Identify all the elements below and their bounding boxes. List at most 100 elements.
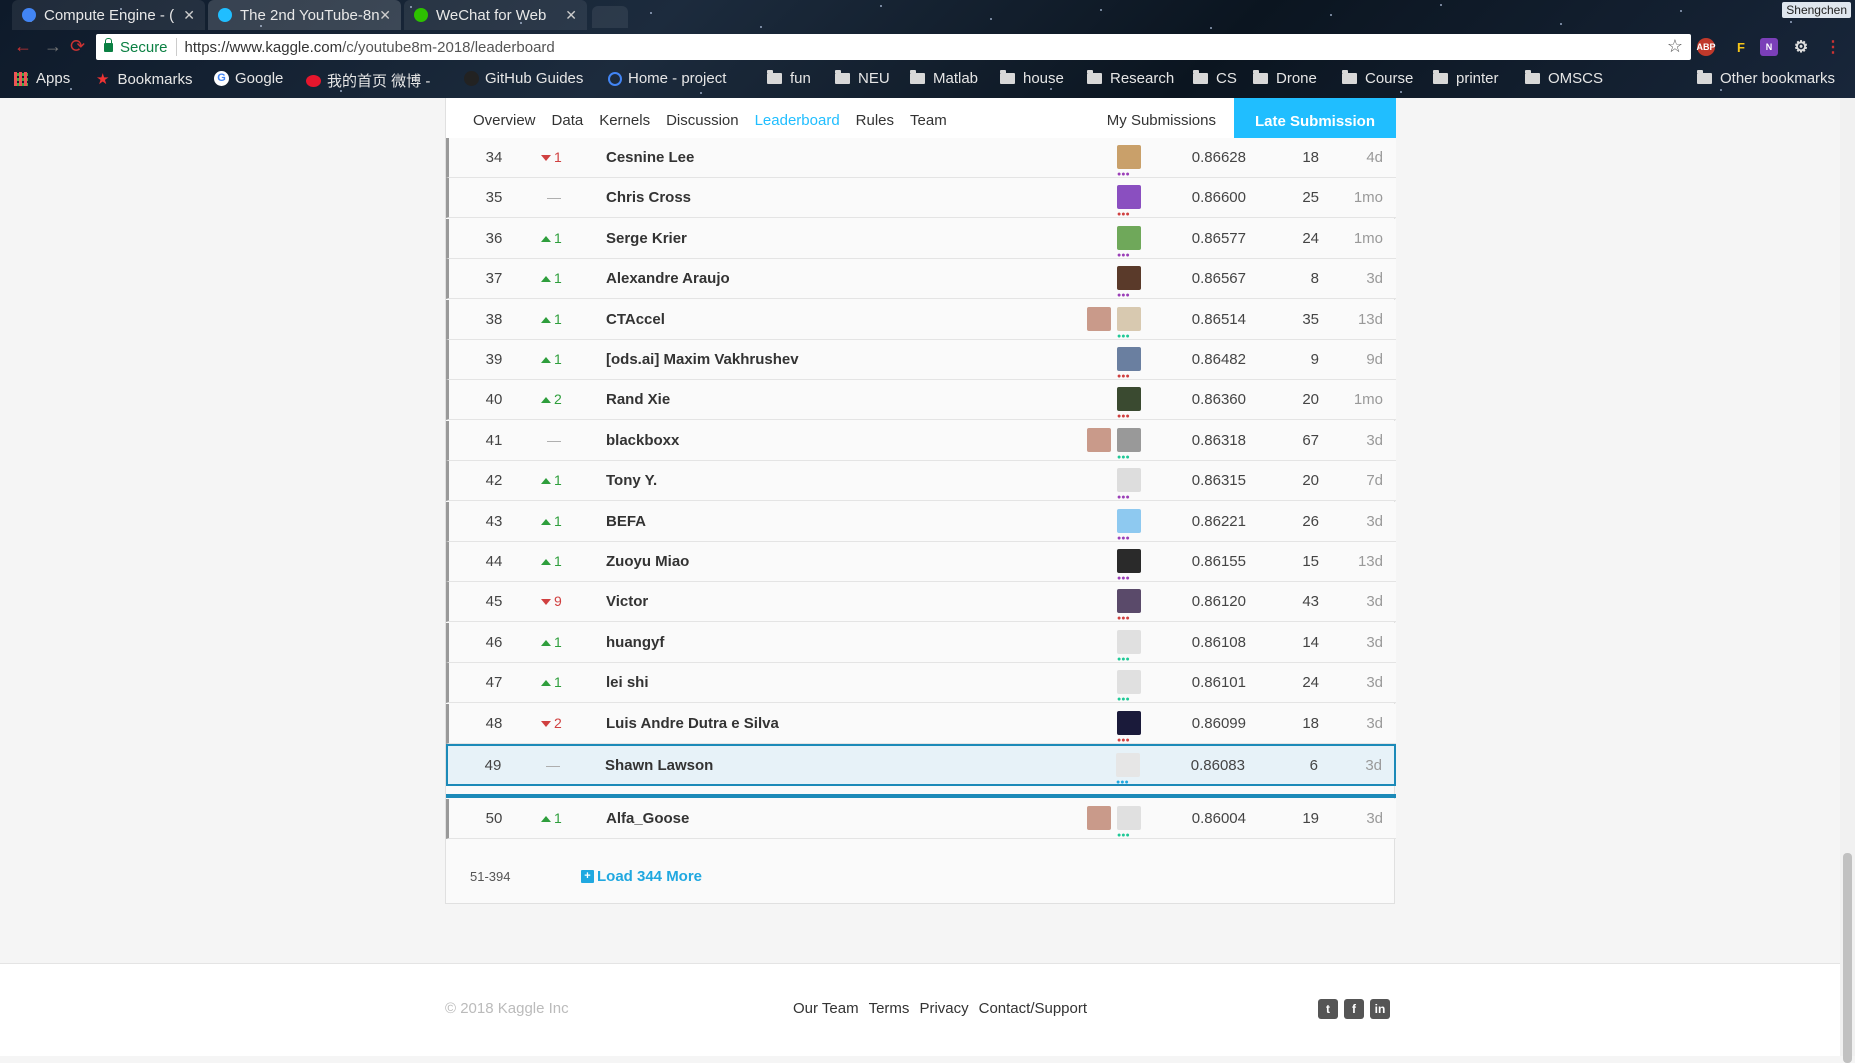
bookmark-weibo[interactable]: 我的首页 微博 - (306, 70, 430, 91)
avatar[interactable] (1117, 347, 1141, 371)
bookmark-folder[interactable]: NEU (835, 70, 890, 87)
table-row[interactable]: 47 1 lei shi ●●● 0.86101 24 3d (446, 663, 1396, 704)
avatar[interactable] (1117, 387, 1141, 412)
avatar[interactable] (1117, 710, 1141, 735)
team-name[interactable]: CTAccel (606, 311, 665, 328)
team-name[interactable]: Alfa_Goose (606, 810, 689, 827)
avatar[interactable] (1117, 225, 1141, 250)
team-name[interactable]: Luis Andre Dutra e Silva (606, 715, 779, 732)
table-row[interactable]: 46 1 huangyf ●●● 0.86108 14 3d (446, 622, 1396, 663)
avatar[interactable] (1117, 468, 1141, 493)
team-name[interactable]: Chris Cross (606, 189, 691, 206)
close-icon[interactable]: ✕ (183, 7, 195, 24)
team-name[interactable]: Alexandre Araujo (606, 270, 730, 287)
table-row[interactable]: 37 1 Alexandre Araujo ●●● 0.86567 8 3d (446, 259, 1396, 300)
bookmark-folder[interactable]: Drone (1253, 70, 1317, 87)
table-row[interactable]: 36 1 Serge Krier ●●● 0.86577 24 1mo (446, 218, 1396, 259)
team-name[interactable]: Serge Krier (606, 230, 687, 247)
secure-indicator[interactable]: Secure (104, 37, 168, 56)
bookmark-folder[interactable]: OMSCS (1525, 70, 1603, 87)
avatar[interactable] (1116, 753, 1140, 777)
team-name[interactable]: Cesnine Lee (606, 149, 694, 166)
linkedin-icon[interactable]: in (1370, 999, 1390, 1019)
table-row[interactable]: 43 1 BEFA ●●● 0.86221 26 3d (446, 501, 1396, 542)
settings-extension-icon[interactable]: ⚙ (1792, 38, 1810, 56)
new-tab-button[interactable] (592, 6, 628, 28)
browser-tab[interactable]: The 2nd YouTube-8n ✕ (208, 0, 401, 30)
scrollbar-thumb[interactable] (1843, 853, 1852, 1063)
facebook-icon[interactable]: f (1344, 999, 1364, 1019)
team-name[interactable]: Shawn Lawson (605, 757, 713, 774)
bookmark-bookmarks[interactable]: ★ Bookmarks (96, 70, 192, 89)
scrollbar[interactable] (1840, 98, 1855, 1063)
address-bar[interactable]: Secure https://www.kaggle.com/c/youtube8… (96, 34, 1691, 60)
avatar[interactable] (1117, 508, 1141, 533)
table-row[interactable]: 41 — blackboxx ●●● 0.86318 67 3d (446, 420, 1396, 461)
avatar[interactable] (1117, 670, 1141, 695)
footer-link-privacy[interactable]: Privacy (919, 1000, 968, 1017)
bookmark-folder[interactable]: house (1000, 70, 1064, 87)
avatar[interactable] (1117, 589, 1141, 614)
profile-name[interactable]: Shengchen (1782, 2, 1851, 18)
bookmark-folder[interactable]: Research (1087, 70, 1174, 87)
avatar[interactable] (1117, 806, 1141, 830)
footer-link-terms[interactable]: Terms (869, 1000, 910, 1017)
tab-team[interactable]: Team (902, 98, 955, 144)
team-name[interactable]: Tony Y. (606, 472, 657, 489)
load-more-button[interactable]: + Load 344 More (581, 868, 702, 885)
avatar[interactable] (1087, 306, 1111, 331)
team-name[interactable]: [ods.ai] Maxim Vakhrushev (606, 351, 799, 368)
browser-tab[interactable]: WeChat for Web ✕ (404, 0, 587, 30)
table-row-current-user[interactable]: 49 — Shawn Lawson ●●● 0.86083 6 3d (446, 744, 1396, 786)
reload-icon[interactable]: ⟳ (70, 36, 85, 57)
bookmark-google[interactable]: G Google (214, 70, 283, 87)
team-name[interactable]: lei shi (606, 674, 649, 691)
back-icon[interactable]: ← (14, 36, 32, 57)
my-submissions-link[interactable]: My Submissions (1107, 112, 1216, 129)
avatar[interactable] (1117, 266, 1141, 291)
team-name[interactable]: blackboxx (606, 432, 679, 449)
team-name[interactable]: BEFA (606, 513, 646, 530)
close-icon[interactable]: ✕ (565, 7, 577, 24)
avatar[interactable] (1117, 185, 1141, 210)
avatar[interactable] (1087, 427, 1111, 452)
bookmark-other[interactable]: Other bookmarks (1697, 70, 1835, 87)
table-row[interactable]: 42 1 Tony Y. ●●● 0.86315 20 7d (446, 461, 1396, 502)
bookmark-folder[interactable]: printer (1433, 70, 1499, 87)
tab-kernels[interactable]: Kernels (591, 98, 658, 144)
tab-leaderboard[interactable]: Leaderboard (746, 98, 848, 144)
avatar[interactable] (1117, 145, 1141, 169)
tab-rules[interactable]: Rules (848, 98, 902, 144)
bookmark-project[interactable]: Home - project (608, 70, 726, 87)
team-name[interactable]: Zuoyu Miao (606, 553, 689, 570)
table-row[interactable]: 44 1 Zuoyu Miao ●●● 0.86155 15 13d (446, 542, 1396, 582)
avatar[interactable] (1117, 306, 1141, 331)
menu-dots-icon[interactable]: ⋮ (1824, 38, 1842, 56)
bookmark-folder[interactable]: Course (1342, 70, 1413, 87)
table-row[interactable]: 38 1 CTAccel ●●● 0.86514 35 13d (446, 299, 1396, 340)
table-row[interactable]: 50 1 Alfa_Goose ●●● 0.86004 19 3d (446, 799, 1396, 839)
table-row[interactable]: 35 — Chris Cross ●●● 0.86600 25 1mo (446, 178, 1396, 219)
table-row[interactable]: 48 2 Luis Andre Dutra e Silva ●●● 0.86099 18 3… (446, 703, 1396, 744)
bookmark-star-icon[interactable]: ☆ (1667, 36, 1683, 57)
adblock-icon[interactable]: ABP (1697, 38, 1716, 56)
avatar[interactable] (1117, 549, 1141, 573)
bookmark-folder[interactable]: CS (1193, 70, 1237, 87)
browser-tab[interactable]: Compute Engine - ( ✕ (12, 0, 205, 30)
bookmark-folder[interactable]: Matlab (910, 70, 978, 87)
forward-icon[interactable]: → (44, 36, 62, 57)
team-name[interactable]: huangyf (606, 634, 664, 651)
table-row[interactable]: 40 2 Rand Xie ●●● 0.86360 20 1mo (446, 380, 1396, 421)
avatar[interactable] (1117, 629, 1141, 654)
avatar[interactable] (1117, 427, 1141, 452)
table-row[interactable]: 45 9 Victor ●●● 0.86120 43 3d (446, 582, 1396, 623)
table-row[interactable]: 39 1 [ods.ai] Maxim Vakhrushev ●●● 0.86482 9 9… (446, 340, 1396, 380)
bookmark-github[interactable]: GitHub Guides (464, 70, 583, 87)
footer-link-contact[interactable]: Contact/Support (979, 1000, 1087, 1017)
table-row[interactable]: 34 1 Cesnine Lee ●●● 0.86628 18 4d (446, 138, 1396, 178)
tab-overview[interactable]: Overview (465, 98, 544, 144)
url-text[interactable]: https://www.kaggle.com/c/youtube8m-2018/… (185, 39, 555, 56)
bookmark-apps[interactable]: Apps (14, 70, 70, 87)
close-icon[interactable]: ✕ (379, 7, 391, 24)
tab-data[interactable]: Data (544, 98, 592, 144)
